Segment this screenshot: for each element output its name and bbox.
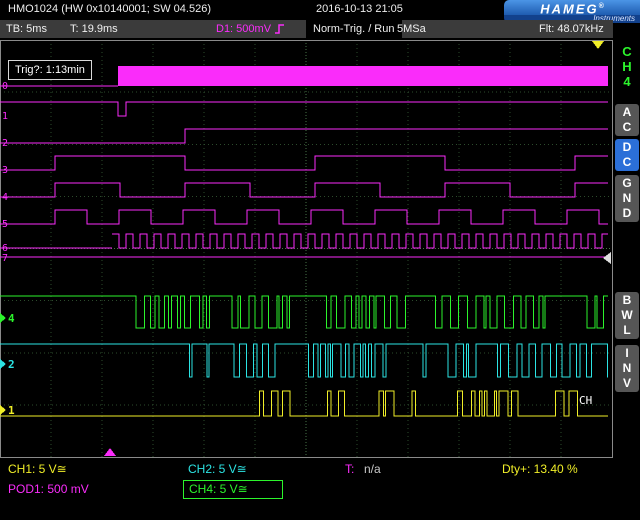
trigger-time-marker <box>592 41 604 49</box>
rising-edge-icon <box>274 23 285 35</box>
channel-ground-marker <box>0 313 6 323</box>
scope-display: 01234567421CH <box>0 40 613 458</box>
coupling-gnd-button[interactable]: G N D <box>615 175 639 222</box>
ch2-scale-readout: CH2: 5 V≅ <box>188 462 247 476</box>
digital-channel-label: 0 <box>2 81 8 92</box>
d1-level-text: D1: 500mV <box>216 23 271 35</box>
duty-cycle-readout: Dty+: 13.40 % <box>502 462 578 476</box>
digital-channel-label: 7 <box>2 253 8 264</box>
brand-text: HAMEG <box>540 1 598 16</box>
trigger-status-box: Trig?: 1:13min <box>8 60 92 80</box>
brand-name: HAMEG® <box>504 0 640 15</box>
trigger-time-readout: T: 19.9ms <box>70 23 118 35</box>
trigger-mode-status: Norm-Trig. / Run <box>306 20 402 38</box>
digital-channel-label: 3 <box>2 165 8 176</box>
digital-channel-label: 4 <box>2 192 8 203</box>
registered-mark: ® <box>599 3 604 10</box>
digital-channel-label: 5 <box>2 219 8 230</box>
digital-channel-label: 1 <box>2 111 8 122</box>
filter-readout: Flt: 48.07kHz <box>539 23 604 35</box>
channel-ground-marker <box>0 405 6 415</box>
trigger-position-marker <box>104 448 116 456</box>
channel-ground-marker <box>0 359 6 369</box>
sample-rate-readout: 5MSa <box>397 23 426 35</box>
status-bar: TB: 5ms T: 19.9ms D1: 500mV Norm-Trig. /… <box>0 20 613 38</box>
channel-marker-label: 1 <box>8 404 15 417</box>
ch1-scale-readout: CH1: 5 V≅ <box>8 462 67 476</box>
channel-marker-label: 2 <box>8 358 15 371</box>
channel-marker-label: 4 <box>8 312 15 325</box>
period-measure-value: n/a <box>364 462 381 476</box>
trigger-level-marker <box>603 252 611 264</box>
ch-overlay-label: CH <box>579 394 592 407</box>
d1-trigger-readout: D1: 500mV <box>216 23 285 35</box>
digital-bus-trace <box>118 66 608 86</box>
period-measure-label: T: <box>345 462 354 476</box>
coupling-dc-button[interactable]: D C <box>615 139 639 171</box>
coupling-ac-button[interactable]: A C <box>615 104 639 136</box>
invert-button[interactable]: I N V <box>615 345 639 392</box>
device-title: HMO1024 (HW 0x10140001; SW 04.526) <box>8 3 211 15</box>
sidebar-channel-label: C H 4 <box>615 44 639 89</box>
ch4-scale-readout: CH4: 5 V≅ <box>183 480 283 499</box>
timebase-readout: TB: 5ms <box>6 23 47 35</box>
pod1-scale-readout: POD1: 500 mV <box>8 482 89 496</box>
digital-channel-label: 2 <box>2 138 8 149</box>
datetime: 2016-10-13 21:05 <box>316 3 403 15</box>
bandwidth-limit-button[interactable]: B W L <box>615 292 639 339</box>
